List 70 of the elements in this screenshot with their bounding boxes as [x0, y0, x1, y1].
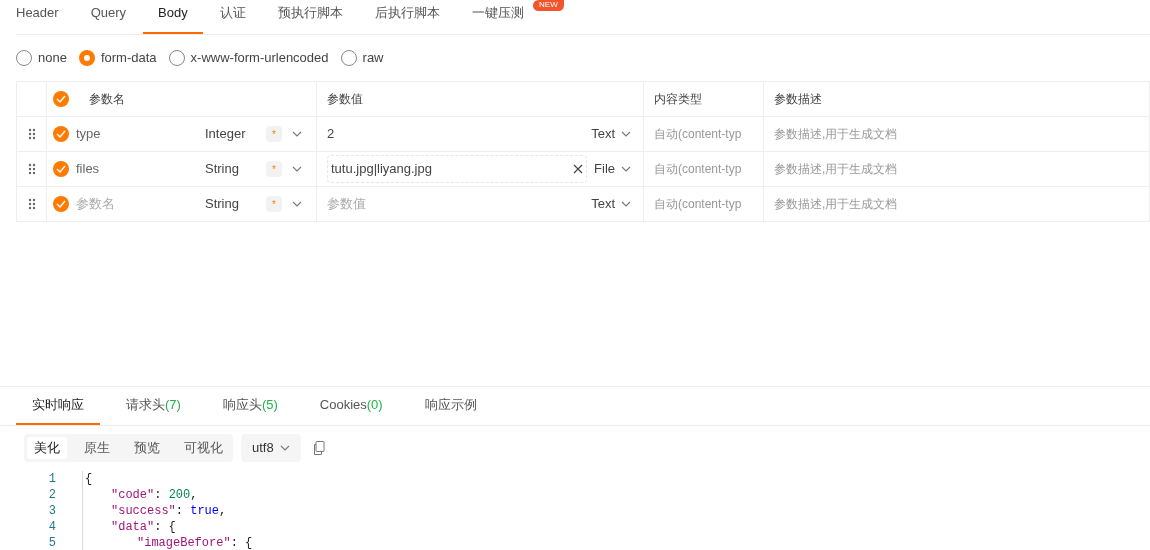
checkbox[interactable] — [53, 126, 69, 142]
param-type[interactable]: Integer — [205, 124, 266, 144]
file-names: tutu.jpg|liyang.jpg — [331, 160, 432, 179]
encoding-dropdown[interactable]: utf8 — [241, 434, 301, 462]
line-number: 5 — [47, 535, 56, 550]
chevron-down-icon — [292, 131, 302, 137]
response-tab[interactable]: 请求头(7) — [110, 386, 197, 425]
view-mode-tab[interactable]: 美化 — [27, 437, 67, 459]
param-type[interactable]: String — [205, 159, 266, 179]
tab[interactable]: Header — [16, 2, 59, 34]
close-icon[interactable] — [573, 164, 583, 174]
param-value-field[interactable]: 2 — [327, 124, 335, 144]
copy-icon[interactable] — [312, 441, 325, 455]
line-number: 1 — [47, 471, 56, 488]
column-header: 参数名 — [89, 91, 125, 108]
value-type-dropdown[interactable]: File — [594, 159, 631, 179]
code-line: "imageBefore": { — [136, 535, 253, 550]
code-line: { — [85, 471, 93, 488]
dropdown-button[interactable] — [292, 166, 302, 172]
column-header: 内容类型 — [654, 91, 702, 108]
line-number: 2 — [47, 487, 56, 504]
param-name-field[interactable]: type — [76, 124, 205, 144]
chevron-down-icon — [292, 201, 302, 207]
checkmark-icon — [56, 130, 66, 138]
chevron-down-icon — [279, 445, 290, 451]
checkmark-icon — [56, 200, 66, 208]
checkbox[interactable] — [53, 91, 69, 107]
chevron-down-icon — [621, 166, 631, 172]
body-type-radio[interactable]: none — [16, 48, 67, 68]
param-name-field[interactable]: files — [76, 159, 205, 179]
drag-handle-icon[interactable] — [27, 128, 36, 140]
body-type-radio[interactable]: raw — [340, 48, 384, 68]
checkmark-icon — [56, 165, 66, 173]
code-line: "success": true, — [110, 503, 227, 520]
checkmark-icon — [56, 95, 66, 103]
body-type-radio[interactable]: form-data — [78, 48, 157, 68]
code-line: "data": { — [110, 519, 176, 536]
dropdown-button[interactable] — [292, 201, 302, 207]
value-type-dropdown[interactable]: Text — [591, 194, 631, 214]
tab[interactable]: Body — [143, 2, 203, 34]
response-tab[interactable]: 响应示例 — [408, 386, 493, 425]
checkbox[interactable] — [53, 196, 69, 212]
response-tab[interactable]: Cookies(0) — [303, 386, 399, 425]
chevron-down-icon — [292, 166, 302, 172]
tab[interactable]: 认证 — [219, 2, 246, 34]
column-header: 参数值 — [327, 91, 363, 108]
view-mode-tab[interactable]: 原生 — [77, 437, 117, 459]
column-header: 参数描述 — [774, 91, 822, 108]
drag-handle-icon[interactable] — [27, 163, 36, 175]
checkbox[interactable] — [53, 161, 69, 177]
tab[interactable]: 预执行脚本 — [277, 2, 343, 34]
view-mode-tab[interactable]: 预览 — [127, 437, 167, 459]
response-tab[interactable]: 响应头(5) — [206, 386, 294, 425]
tab[interactable]: 后执行脚本 — [374, 2, 440, 34]
dropdown-button[interactable] — [292, 131, 302, 137]
tab[interactable]: Query — [90, 2, 127, 34]
drag-handle-icon[interactable] — [27, 198, 36, 210]
response-tab[interactable]: 实时响应 — [16, 386, 100, 425]
code-line: "code": 200, — [110, 487, 198, 504]
line-number: 4 — [47, 519, 56, 536]
param-type[interactable]: String — [205, 194, 266, 214]
view-mode-tab[interactable]: 可视化 — [177, 437, 230, 459]
line-number: 3 — [47, 503, 56, 520]
value-type-dropdown[interactable]: Text — [591, 124, 631, 144]
tab[interactable]: 一键压测 — [471, 2, 524, 34]
new-badge: NEW — [533, 0, 564, 11]
chevron-down-icon — [621, 201, 631, 207]
body-type-radio[interactable]: x-www-form-urlencoded — [168, 48, 329, 68]
chevron-down-icon — [621, 131, 631, 137]
file-field[interactable]: tutu.jpg|liyang.jpg — [327, 155, 587, 183]
